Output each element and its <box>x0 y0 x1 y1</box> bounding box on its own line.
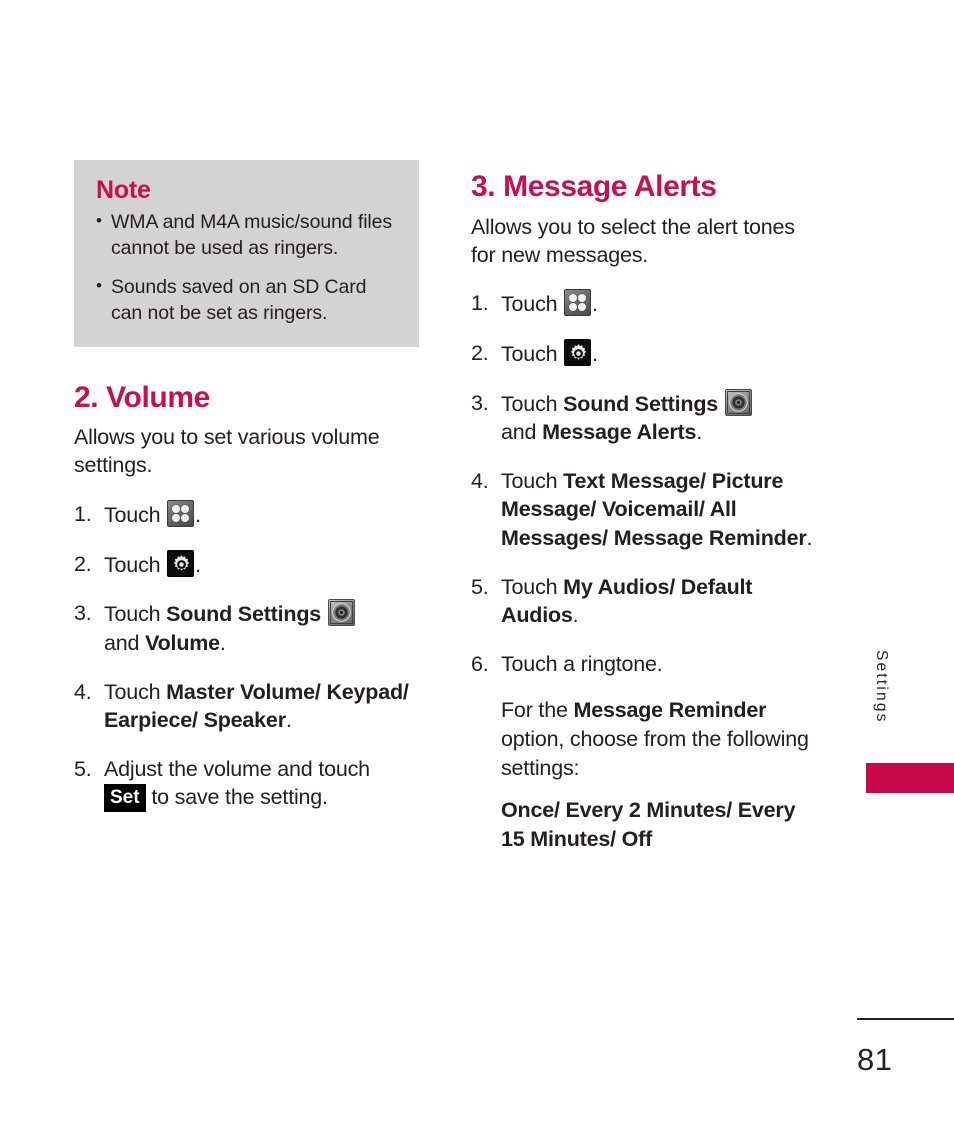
bullet-icon: • <box>96 275 102 295</box>
left-column: Note • WMA and M4A music/sound files can… <box>74 160 419 813</box>
step-number: 3. <box>74 601 92 626</box>
step-text-tail: . <box>806 526 813 551</box>
step-text-tail: . <box>592 292 598 317</box>
step-text: Adjust the volume and touch <box>104 756 370 781</box>
step-text: Touch <box>501 468 558 493</box>
section-heading-message-alerts: 3. Message Alerts <box>471 170 717 203</box>
step-item: 3. Touch Sound Settings and Message Aler… <box>471 388 816 447</box>
step-text-mid: and <box>501 420 537 445</box>
step-number: 5. <box>471 574 489 599</box>
reminder-note-paragraph: For the Message Reminder option, choose … <box>471 696 816 782</box>
step-number: 2. <box>74 551 92 576</box>
side-tab-label-settings: Settings <box>873 650 890 724</box>
set-key-button[interactable]: Set <box>104 784 146 813</box>
step-bold-term: Sound Settings <box>166 602 322 627</box>
step-number: 3. <box>471 390 489 415</box>
step-number: 6. <box>471 651 489 676</box>
step-text: Touch <box>104 552 161 577</box>
step-item: 3. Touch Sound Settings and Volume. <box>74 599 419 657</box>
section-intro-volume: Allows you to set various volume setting… <box>74 425 380 478</box>
step-text: Touch <box>501 292 558 317</box>
manual-page: Note • WMA and M4A music/sound files can… <box>0 0 954 1145</box>
note-bullet-list: • WMA and M4A music/sound files cannot b… <box>96 210 401 327</box>
reminder-note-text-tail: option, choose from the following settin… <box>501 727 809 780</box>
gear-settings-icon <box>564 339 592 367</box>
note-title: Note <box>96 176 151 204</box>
step-bold-term: Sound Settings <box>563 391 719 416</box>
right-column: 3. Message Alerts Allows you to select t… <box>471 160 816 853</box>
note-item-text: WMA and M4A music/sound files cannot be … <box>111 211 393 259</box>
note-list-item: • Sounds saved on an SD Card can not be … <box>96 275 401 327</box>
step-bold-term: Volume <box>145 630 220 655</box>
step-item: 6. Touch a ringtone. <box>471 650 816 679</box>
note-callout-box: Note • WMA and M4A music/sound files can… <box>74 160 419 347</box>
step-item: 1. Touch . <box>471 289 816 319</box>
reminder-note-bold-term: Message Reminder <box>573 698 767 723</box>
note-item-text: Sounds saved on an SD Card can not be se… <box>111 275 367 324</box>
page-number: 81 <box>857 1042 893 1077</box>
step-text-tail: . <box>285 708 292 733</box>
step-number: 2. <box>471 341 489 366</box>
step-text: Touch <box>104 679 161 704</box>
step-item: 4. Touch Text Message/ Picture Message/ … <box>471 467 816 553</box>
reminder-note-text: For the <box>501 698 568 723</box>
section-heading-volume: 2. Volume <box>74 380 210 414</box>
step-item: 2. Touch . <box>74 549 419 580</box>
grid-apps-icon <box>564 289 592 317</box>
step-number: 1. <box>471 291 489 316</box>
step-text: Touch <box>501 391 558 416</box>
speaker-sound-icon <box>327 599 355 627</box>
gear-settings-icon <box>167 549 195 577</box>
step-text: Touch <box>104 503 161 528</box>
step-number: 5. <box>74 756 92 781</box>
steps-list-volume: 1. Touch . 2. Touch . 3. Touch Sound Set… <box>74 500 419 813</box>
section-intro-message-alerts: Allows you to select the alert tones for… <box>471 214 795 267</box>
footer-divider <box>857 1018 954 1020</box>
steps-list-message-alerts: 1. Touch . 2. Touch . 3. Touch Sound Set… <box>471 289 816 678</box>
step-text: Touch <box>501 342 558 367</box>
step-item: 5. Touch My Audios/ Default Audios. <box>471 573 816 630</box>
step-bold-term: Message Alerts <box>542 420 697 445</box>
reminder-options-paragraph: Once/ Every 2 Minutes/ Every 15 Minutes/… <box>471 796 816 853</box>
step-text-tail: . <box>195 552 201 577</box>
step-text: Touch <box>501 574 558 599</box>
step-item: 5. Adjust the volume and touch Set to sa… <box>74 755 419 813</box>
step-text-tail: . <box>592 342 598 367</box>
step-text-tail: to save the setting. <box>151 785 328 810</box>
step-item: 4. Touch Master Volume/ Keypad/ Earpiece… <box>74 678 419 735</box>
step-text-tail: . <box>195 503 201 528</box>
step-text-mid: and <box>104 630 140 655</box>
step-text-tail: . <box>572 603 579 628</box>
step-item: 1. Touch . <box>74 500 419 530</box>
step-item: 2. Touch . <box>471 339 816 369</box>
side-tab-color-block <box>866 763 954 793</box>
step-number: 4. <box>471 468 489 493</box>
grid-apps-icon <box>167 500 195 528</box>
step-text-tail: . <box>219 630 226 655</box>
step-text-tail: . <box>696 420 702 445</box>
note-list-item: • WMA and M4A music/sound files cannot b… <box>96 210 401 262</box>
step-number: 1. <box>74 502 92 527</box>
bullet-icon: • <box>96 211 102 230</box>
step-number: 4. <box>74 679 92 704</box>
step-text: Touch <box>104 602 161 627</box>
speaker-sound-icon <box>724 388 752 416</box>
reminder-options-text: Once/ Every 2 Minutes/ Every 15 Minutes/… <box>501 798 796 851</box>
step-text: Touch a ringtone. <box>501 651 663 676</box>
